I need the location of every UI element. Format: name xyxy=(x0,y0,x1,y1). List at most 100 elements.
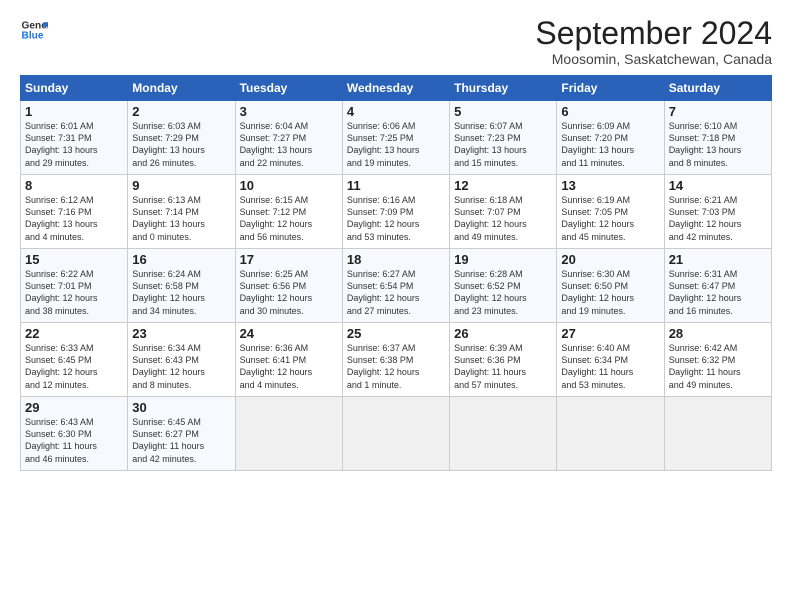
day-info: Sunrise: 6:06 AM Sunset: 7:25 PM Dayligh… xyxy=(347,120,445,169)
day-info: Sunrise: 6:34 AM Sunset: 6:43 PM Dayligh… xyxy=(132,342,230,391)
calendar-cell: 13Sunrise: 6:19 AM Sunset: 7:05 PM Dayli… xyxy=(557,175,664,249)
day-number: 8 xyxy=(25,178,123,193)
day-number: 22 xyxy=(25,326,123,341)
day-number: 10 xyxy=(240,178,338,193)
calendar-cell: 25Sunrise: 6:37 AM Sunset: 6:38 PM Dayli… xyxy=(342,323,449,397)
logo-icon: General Blue xyxy=(20,16,48,44)
day-number: 2 xyxy=(132,104,230,119)
calendar-cell: 16Sunrise: 6:24 AM Sunset: 6:58 PM Dayli… xyxy=(128,249,235,323)
calendar-cell: 1Sunrise: 6:01 AM Sunset: 7:31 PM Daylig… xyxy=(21,101,128,175)
title-block: September 2024 Moosomin, Saskatchewan, C… xyxy=(535,16,772,67)
week-row-4: 29Sunrise: 6:43 AM Sunset: 6:30 PM Dayli… xyxy=(21,397,772,471)
calendar-cell: 29Sunrise: 6:43 AM Sunset: 6:30 PM Dayli… xyxy=(21,397,128,471)
day-info: Sunrise: 6:07 AM Sunset: 7:23 PM Dayligh… xyxy=(454,120,552,169)
svg-text:Blue: Blue xyxy=(22,31,44,42)
day-number: 4 xyxy=(347,104,445,119)
day-info: Sunrise: 6:18 AM Sunset: 7:07 PM Dayligh… xyxy=(454,194,552,243)
col-header-saturday: Saturday xyxy=(664,76,771,101)
calendar-cell: 22Sunrise: 6:33 AM Sunset: 6:45 PM Dayli… xyxy=(21,323,128,397)
day-number: 20 xyxy=(561,252,659,267)
col-header-tuesday: Tuesday xyxy=(235,76,342,101)
week-row-3: 22Sunrise: 6:33 AM Sunset: 6:45 PM Dayli… xyxy=(21,323,772,397)
calendar-cell: 28Sunrise: 6:42 AM Sunset: 6:32 PM Dayli… xyxy=(664,323,771,397)
calendar-cell: 12Sunrise: 6:18 AM Sunset: 7:07 PM Dayli… xyxy=(450,175,557,249)
day-info: Sunrise: 6:24 AM Sunset: 6:58 PM Dayligh… xyxy=(132,268,230,317)
calendar-cell xyxy=(342,397,449,471)
day-info: Sunrise: 6:21 AM Sunset: 7:03 PM Dayligh… xyxy=(669,194,767,243)
day-number: 19 xyxy=(454,252,552,267)
calendar-cell xyxy=(557,397,664,471)
header-row: SundayMondayTuesdayWednesdayThursdayFrid… xyxy=(21,76,772,101)
day-info: Sunrise: 6:03 AM Sunset: 7:29 PM Dayligh… xyxy=(132,120,230,169)
calendar-cell: 20Sunrise: 6:30 AM Sunset: 6:50 PM Dayli… xyxy=(557,249,664,323)
calendar-page: General Blue September 2024 Moosomin, Sa… xyxy=(0,0,792,612)
day-info: Sunrise: 6:30 AM Sunset: 6:50 PM Dayligh… xyxy=(561,268,659,317)
day-info: Sunrise: 6:12 AM Sunset: 7:16 PM Dayligh… xyxy=(25,194,123,243)
day-number: 16 xyxy=(132,252,230,267)
day-info: Sunrise: 6:40 AM Sunset: 6:34 PM Dayligh… xyxy=(561,342,659,391)
col-header-friday: Friday xyxy=(557,76,664,101)
calendar-table: SundayMondayTuesdayWednesdayThursdayFrid… xyxy=(20,75,772,471)
day-number: 23 xyxy=(132,326,230,341)
day-info: Sunrise: 6:37 AM Sunset: 6:38 PM Dayligh… xyxy=(347,342,445,391)
day-info: Sunrise: 6:16 AM Sunset: 7:09 PM Dayligh… xyxy=(347,194,445,243)
day-info: Sunrise: 6:10 AM Sunset: 7:18 PM Dayligh… xyxy=(669,120,767,169)
day-info: Sunrise: 6:15 AM Sunset: 7:12 PM Dayligh… xyxy=(240,194,338,243)
week-row-2: 15Sunrise: 6:22 AM Sunset: 7:01 PM Dayli… xyxy=(21,249,772,323)
day-number: 12 xyxy=(454,178,552,193)
calendar-cell: 3Sunrise: 6:04 AM Sunset: 7:27 PM Daylig… xyxy=(235,101,342,175)
week-row-1: 8Sunrise: 6:12 AM Sunset: 7:16 PM Daylig… xyxy=(21,175,772,249)
day-info: Sunrise: 6:43 AM Sunset: 6:30 PM Dayligh… xyxy=(25,416,123,465)
calendar-cell xyxy=(235,397,342,471)
day-number: 18 xyxy=(347,252,445,267)
calendar-cell: 14Sunrise: 6:21 AM Sunset: 7:03 PM Dayli… xyxy=(664,175,771,249)
col-header-thursday: Thursday xyxy=(450,76,557,101)
calendar-cell: 2Sunrise: 6:03 AM Sunset: 7:29 PM Daylig… xyxy=(128,101,235,175)
day-info: Sunrise: 6:33 AM Sunset: 6:45 PM Dayligh… xyxy=(25,342,123,391)
day-number: 13 xyxy=(561,178,659,193)
calendar-cell: 6Sunrise: 6:09 AM Sunset: 7:20 PM Daylig… xyxy=(557,101,664,175)
day-number: 6 xyxy=(561,104,659,119)
calendar-cell: 24Sunrise: 6:36 AM Sunset: 6:41 PM Dayli… xyxy=(235,323,342,397)
calendar-cell: 19Sunrise: 6:28 AM Sunset: 6:52 PM Dayli… xyxy=(450,249,557,323)
day-info: Sunrise: 6:13 AM Sunset: 7:14 PM Dayligh… xyxy=(132,194,230,243)
day-number: 24 xyxy=(240,326,338,341)
day-info: Sunrise: 6:22 AM Sunset: 7:01 PM Dayligh… xyxy=(25,268,123,317)
day-info: Sunrise: 6:39 AM Sunset: 6:36 PM Dayligh… xyxy=(454,342,552,391)
day-number: 3 xyxy=(240,104,338,119)
col-header-sunday: Sunday xyxy=(21,76,128,101)
day-number: 29 xyxy=(25,400,123,415)
month-title: September 2024 xyxy=(535,16,772,51)
calendar-cell xyxy=(664,397,771,471)
location: Moosomin, Saskatchewan, Canada xyxy=(535,51,772,67)
page-header: General Blue September 2024 Moosomin, Sa… xyxy=(20,16,772,67)
day-number: 21 xyxy=(669,252,767,267)
calendar-cell: 21Sunrise: 6:31 AM Sunset: 6:47 PM Dayli… xyxy=(664,249,771,323)
day-info: Sunrise: 6:28 AM Sunset: 6:52 PM Dayligh… xyxy=(454,268,552,317)
day-info: Sunrise: 6:09 AM Sunset: 7:20 PM Dayligh… xyxy=(561,120,659,169)
day-info: Sunrise: 6:45 AM Sunset: 6:27 PM Dayligh… xyxy=(132,416,230,465)
col-header-monday: Monday xyxy=(128,76,235,101)
calendar-cell: 10Sunrise: 6:15 AM Sunset: 7:12 PM Dayli… xyxy=(235,175,342,249)
calendar-cell: 5Sunrise: 6:07 AM Sunset: 7:23 PM Daylig… xyxy=(450,101,557,175)
calendar-cell: 8Sunrise: 6:12 AM Sunset: 7:16 PM Daylig… xyxy=(21,175,128,249)
day-number: 9 xyxy=(132,178,230,193)
day-info: Sunrise: 6:42 AM Sunset: 6:32 PM Dayligh… xyxy=(669,342,767,391)
calendar-cell: 17Sunrise: 6:25 AM Sunset: 6:56 PM Dayli… xyxy=(235,249,342,323)
day-number: 17 xyxy=(240,252,338,267)
day-number: 27 xyxy=(561,326,659,341)
day-number: 25 xyxy=(347,326,445,341)
day-info: Sunrise: 6:36 AM Sunset: 6:41 PM Dayligh… xyxy=(240,342,338,391)
day-info: Sunrise: 6:25 AM Sunset: 6:56 PM Dayligh… xyxy=(240,268,338,317)
calendar-cell: 11Sunrise: 6:16 AM Sunset: 7:09 PM Dayli… xyxy=(342,175,449,249)
day-number: 28 xyxy=(669,326,767,341)
day-number: 26 xyxy=(454,326,552,341)
calendar-cell: 9Sunrise: 6:13 AM Sunset: 7:14 PM Daylig… xyxy=(128,175,235,249)
day-number: 7 xyxy=(669,104,767,119)
day-number: 15 xyxy=(25,252,123,267)
day-info: Sunrise: 6:19 AM Sunset: 7:05 PM Dayligh… xyxy=(561,194,659,243)
calendar-cell: 27Sunrise: 6:40 AM Sunset: 6:34 PM Dayli… xyxy=(557,323,664,397)
day-number: 1 xyxy=(25,104,123,119)
day-info: Sunrise: 6:27 AM Sunset: 6:54 PM Dayligh… xyxy=(347,268,445,317)
calendar-cell: 7Sunrise: 6:10 AM Sunset: 7:18 PM Daylig… xyxy=(664,101,771,175)
